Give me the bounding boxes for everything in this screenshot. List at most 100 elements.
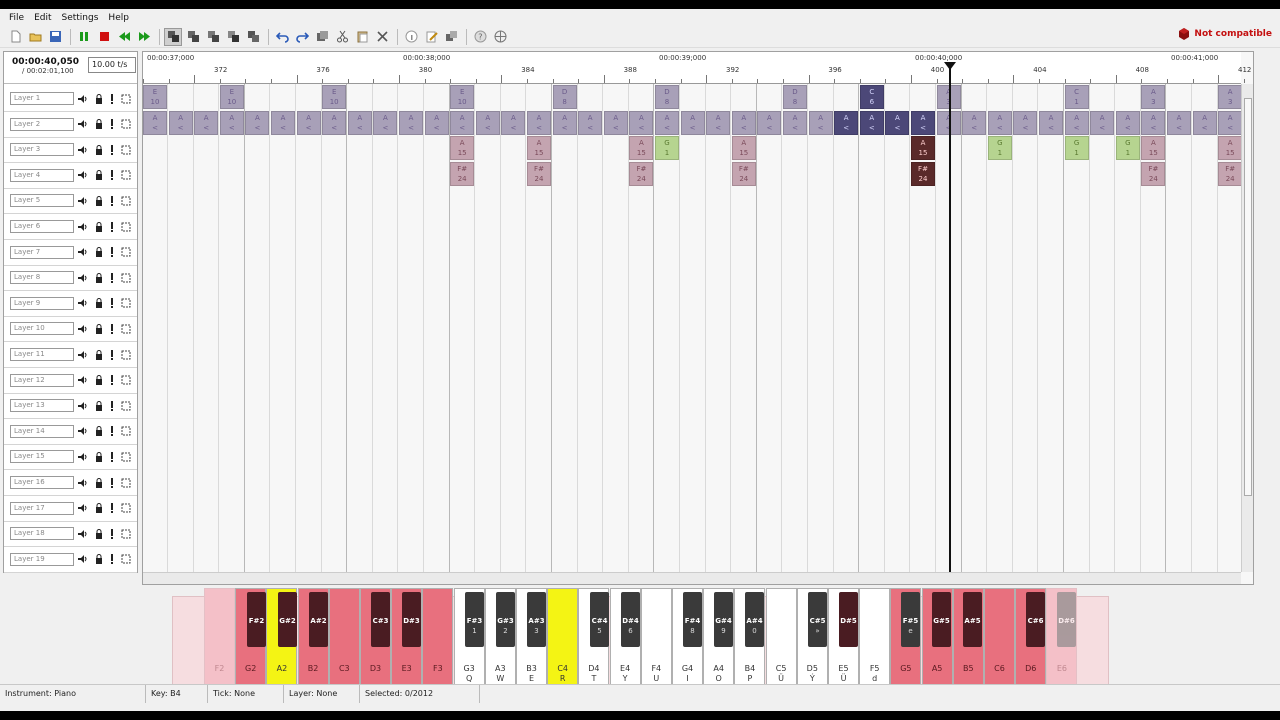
lock-icon[interactable] [94,119,104,130]
piano-key-a-sharp3[interactable]: A#3 3 [527,592,546,647]
lock-icon[interactable] [94,349,104,360]
note-block[interactable]: A< [143,110,167,135]
speaker-icon[interactable] [77,144,87,155]
layer-name-field[interactable]: Layer 5 [10,194,74,208]
note-block[interactable]: A 15 [1141,136,1166,161]
select-layer-icon[interactable] [121,375,131,386]
cut-button[interactable] [333,28,351,46]
solo-icon[interactable] [107,554,117,565]
speaker-icon[interactable] [77,528,87,539]
note-block[interactable]: C6 [859,85,884,109]
globe-button[interactable] [491,28,509,46]
speaker-icon[interactable] [77,426,87,437]
select-layer-icon[interactable] [121,93,131,104]
lock-icon[interactable] [94,503,104,514]
note-block[interactable]: E 10 [322,85,347,109]
speaker-icon[interactable] [77,375,87,386]
note-block[interactable]: A< [629,110,654,135]
speaker-icon[interactable] [77,195,87,206]
lock-icon[interactable] [94,170,104,181]
speaker-icon[interactable] [77,323,87,334]
edit-button[interactable] [422,28,440,46]
fast-forward-button[interactable] [135,28,153,46]
layer-name-field[interactable]: Layer 13 [10,399,74,413]
note-block[interactable]: F# 24 [450,161,475,186]
note-block[interactable]: A< [987,110,1012,135]
note-block[interactable]: G1 [655,136,679,161]
note-block[interactable]: A< [552,110,577,135]
note-block[interactable]: G1 [987,136,1012,161]
note-block[interactable]: A< [834,110,859,135]
menu-file[interactable]: File [4,13,29,23]
note-block[interactable]: F# 24 [1218,161,1243,186]
note-block[interactable]: A< [527,110,551,135]
speaker-icon[interactable] [77,221,87,232]
note-block[interactable]: A 15 [527,136,551,161]
layer-name-field[interactable]: Layer 14 [10,424,74,438]
note-block[interactable]: A< [194,110,219,135]
layer-name-field[interactable]: Layer 8 [10,271,74,285]
note-block[interactable]: A< [859,110,884,135]
solo-icon[interactable] [107,93,117,104]
note-block[interactable]: A 15 [629,136,654,161]
playhead-marker-icon[interactable] [944,62,956,70]
layer-name-field[interactable]: Layer 7 [10,245,74,259]
solo-icon[interactable] [107,477,117,488]
speaker-icon[interactable] [77,554,87,565]
speaker-icon[interactable] [77,503,87,514]
note-block[interactable]: A< [1167,110,1191,135]
lock-icon[interactable] [94,451,104,462]
solo-icon[interactable] [107,144,117,155]
tool-remove-button[interactable] [204,28,222,46]
lock-icon[interactable] [94,528,104,539]
select-layer-icon[interactable] [121,323,131,334]
note-block[interactable]: A< [450,110,475,135]
note-block[interactable]: A< [808,110,833,135]
solo-icon[interactable] [107,221,117,232]
note-block[interactable]: A< [1141,110,1166,135]
vertical-scrollbar[interactable] [1241,84,1253,572]
piano-key-f4[interactable]: F4 U [640,588,672,694]
lock-icon[interactable] [94,323,104,334]
note-block[interactable]: F# 24 [527,161,551,186]
lock-icon[interactable] [94,144,104,155]
piano-key-g-sharp4[interactable]: G#4 9 [714,592,733,647]
info-button[interactable] [402,28,420,46]
solo-icon[interactable] [107,375,117,386]
note-block[interactable]: A< [322,110,347,135]
lock-icon[interactable] [94,93,104,104]
note-block[interactable]: A< [296,110,321,135]
undo-button[interactable] [273,28,291,46]
menu-edit[interactable]: Edit [29,13,56,23]
solo-icon[interactable] [107,323,117,334]
piano-key-d-sharp5[interactable]: D#5 [839,592,858,647]
piano-key-a-sharp2[interactable]: A#2 [309,592,328,647]
note-block[interactable]: A< [245,110,270,135]
layer-name-field[interactable]: Layer 3 [10,143,74,157]
select-layer-icon[interactable] [121,554,131,565]
select-layer-icon[interactable] [121,477,131,488]
piano-key-f-sharp5[interactable]: F#5 e [901,592,920,647]
delete-button[interactable] [373,28,391,46]
speaker-icon[interactable] [77,349,87,360]
piano-key-a-sharp5[interactable]: A#5 [963,592,982,647]
note-block[interactable]: A< [1039,110,1063,135]
note-block[interactable]: E 10 [450,85,475,109]
note-block[interactable]: F# 24 [629,161,654,186]
layer-name-field[interactable]: Layer 17 [10,501,74,515]
note-block[interactable]: F# 24 [731,161,756,186]
select-layer-icon[interactable] [121,144,131,155]
speaker-icon[interactable] [77,170,87,181]
note-block[interactable]: A< [1192,110,1217,135]
piano-key-c-sharp5[interactable]: C#5 » [808,592,827,647]
lock-icon[interactable] [94,221,104,232]
solo-icon[interactable] [107,119,117,130]
note-block[interactable]: F# 24 [1141,161,1166,186]
lock-icon[interactable] [94,554,104,565]
select-layer-icon[interactable] [121,170,131,181]
note-block[interactable]: E 10 [219,85,244,109]
save-button[interactable] [46,28,64,46]
note-block[interactable]: A< [578,110,603,135]
speaker-icon[interactable] [77,247,87,258]
piano-key-g-sharp5[interactable]: G#5 [932,592,951,647]
